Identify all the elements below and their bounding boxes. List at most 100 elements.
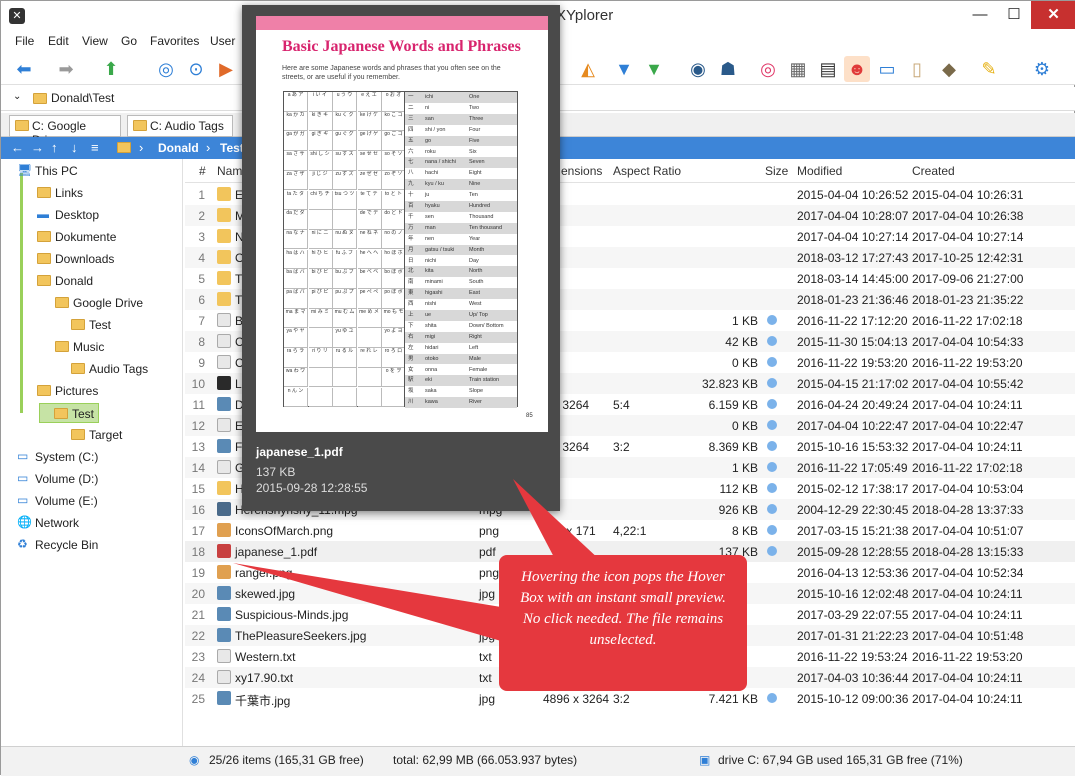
gear-icon[interactable]: ⚙ <box>1029 56 1055 82</box>
breadcrumb-item-donald[interactable]: Donald <box>158 141 199 155</box>
preview-pane-icon[interactable]: ▯ <box>904 56 930 82</box>
app-icon[interactable]: ✕ <box>9 8 25 24</box>
chevron-down-icon[interactable]: ⌄ <box>13 91 21 102</box>
tree-item-system-c[interactable]: ▭ System (C:) <box>1 447 181 467</box>
ghost-icon[interactable]: ☗ <box>715 56 741 82</box>
file-icon[interactable] <box>217 649 231 663</box>
down-icon[interactable]: ↓ <box>71 140 78 155</box>
png-icon[interactable] <box>217 523 231 537</box>
menu-favorites[interactable]: Favorites <box>150 34 199 48</box>
tree-item-music[interactable]: Music <box>1 337 181 357</box>
tree-item-google-drive[interactable]: Google Drive <box>1 293 181 313</box>
word-cell: nana / shichi <box>425 159 456 166</box>
table-row[interactable]: 17 IconsOfMarch.png png 721 x 171 4,22:1 2017… <box>185 520 1075 541</box>
breadcrumb-item-test[interactable]: Test <box>220 141 244 155</box>
folder-icon[interactable] <box>217 187 231 201</box>
tree-item-audio-tags[interactable]: Audio Tags <box>1 359 181 379</box>
tree-item-donald[interactable]: Donald <box>1 271 181 291</box>
word-cell: saka <box>425 388 437 395</box>
row-created: 2017-04-04 10:22:47 <box>912 419 1024 433</box>
pizza-icon[interactable]: ◭ <box>575 56 601 82</box>
file-icon[interactable] <box>217 418 231 432</box>
folder-icon[interactable] <box>217 208 231 222</box>
tree-item-target[interactable]: Target <box>1 425 181 445</box>
folder-icon[interactable] <box>217 250 231 264</box>
column-size[interactable]: Size <box>765 164 788 178</box>
png-icon[interactable] <box>217 565 231 579</box>
menu-file[interactable]: File <box>15 34 34 48</box>
tab-google-drive[interactable]: C: Google Drive <box>9 115 121 147</box>
menu-user[interactable]: User <box>210 34 235 48</box>
tree-item-label: Dokumente <box>55 230 117 244</box>
column-created[interactable]: Created <box>912 164 955 178</box>
up-icon[interactable]: ↑ <box>51 140 58 155</box>
maximize-button[interactable]: ☐ <box>997 1 1031 29</box>
tree-item-dokumente[interactable]: Dokumente <box>1 227 181 247</box>
menu-view[interactable]: View <box>82 34 108 48</box>
folder-icon[interactable] <box>217 271 231 285</box>
dual-pane-icon[interactable]: ▭ <box>874 56 900 82</box>
back-icon[interactable]: ← <box>11 140 24 155</box>
eye-icon[interactable]: ◉ <box>685 56 711 82</box>
filter-icon[interactable]: ▼ <box>611 56 637 82</box>
img-icon[interactable] <box>217 628 231 642</box>
column-modified[interactable]: Modified <box>797 164 842 178</box>
brush-icon[interactable]: ✎ <box>976 56 1002 82</box>
tree-item-network[interactable]: 🌐 Network <box>1 513 181 533</box>
tree-item-desktop[interactable]: ▬ Desktop <box>1 205 181 225</box>
folder-icon[interactable] <box>217 481 231 495</box>
img-icon[interactable] <box>217 607 231 621</box>
kana-cell: ho ほ ホ <box>382 249 406 270</box>
search-icon[interactable]: ⊙ <box>183 56 209 82</box>
tag-icon[interactable]: ◆ <box>936 56 962 82</box>
file-icon[interactable] <box>217 313 231 327</box>
tree-item-volume-e[interactable]: ▭ Volume (E:) <box>1 491 181 511</box>
tree-item-test[interactable]: Test <box>39 403 99 423</box>
play-icon[interactable]: ▶ <box>213 56 239 82</box>
menu-go[interactable]: Go <box>121 34 137 48</box>
file-icon[interactable] <box>217 334 231 348</box>
tree-item-this-pc[interactable]: 🖥 This PC <box>1 161 181 181</box>
video-icon[interactable] <box>217 502 231 516</box>
folder-icon[interactable] <box>217 292 231 306</box>
column-aspect-ratio[interactable]: Aspect Ratio <box>613 164 681 178</box>
pdf-icon[interactable] <box>217 544 231 558</box>
minimize-button[interactable]: — <box>963 1 997 29</box>
table-row[interactable]: 25 千葉市.jpg jpg 4896 x 3264 3:2 2015-10-12 09:… <box>185 688 1075 709</box>
lr-icon[interactable] <box>217 376 231 390</box>
size-indicator-icon <box>767 546 777 556</box>
up-icon[interactable]: ⬆ <box>98 56 124 82</box>
file-icon[interactable] <box>217 460 231 474</box>
tree-item-volume-d[interactable]: ▭ Volume (D:) <box>1 469 181 489</box>
target-icon[interactable]: ◎ <box>153 56 179 82</box>
column-number[interactable]: # <box>199 164 206 178</box>
tree-item-test[interactable]: Test <box>1 315 181 335</box>
forward-icon[interactable]: → <box>31 140 44 155</box>
panes-icon[interactable]: ▦ <box>785 56 811 82</box>
tab-audio-tags[interactable]: C: Audio Tags <box>127 115 233 137</box>
spiral-icon[interactable]: ◎ <box>755 56 781 82</box>
tree-item-downloads[interactable]: Downloads <box>1 249 181 269</box>
close-button[interactable]: ✕ <box>1031 1 1075 29</box>
folder-icon[interactable] <box>217 229 231 243</box>
back-icon[interactable]: ⬅ <box>11 56 37 82</box>
details-icon[interactable]: ▤ <box>815 56 841 82</box>
tree-item-recycle-bin[interactable]: ♻ Recycle Bin <box>1 535 181 555</box>
word-cell: Five <box>469 137 480 144</box>
tree-item-label: Test <box>89 318 112 332</box>
menu-edit[interactable]: Edit <box>48 34 69 48</box>
img-icon[interactable] <box>217 691 231 705</box>
file-icon[interactable] <box>217 355 231 369</box>
tree-item-pictures[interactable]: Pictures <box>1 381 181 401</box>
menu-icon[interactable]: ≡ <box>91 140 99 155</box>
img-icon[interactable] <box>217 397 231 411</box>
img-icon[interactable] <box>217 439 231 453</box>
column-dimensions[interactable]: ensions <box>561 164 602 178</box>
forward-icon[interactable]: ➡ <box>53 56 79 82</box>
tree-item-links[interactable]: Links <box>1 183 181 203</box>
address-text[interactable]: Donald\Test <box>51 91 114 105</box>
file-icon[interactable] <box>217 670 231 684</box>
emoji-icon[interactable]: ☻ <box>844 56 870 82</box>
green-filter-icon[interactable]: ▼ <box>641 56 667 82</box>
img-icon[interactable] <box>217 586 231 600</box>
